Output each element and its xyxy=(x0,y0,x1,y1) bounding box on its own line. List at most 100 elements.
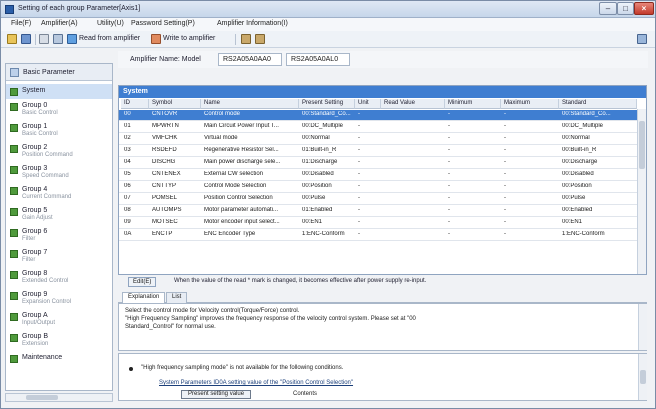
group-icon xyxy=(10,187,18,195)
sidebar-scrollbar[interactable] xyxy=(5,393,113,402)
sidebar-item[interactable]: Group 1 Basic Control xyxy=(6,120,112,141)
note-link[interactable]: System Parameters ID0A setting value of … xyxy=(159,380,353,386)
sidebar-item-sublabel: Filter xyxy=(22,236,36,242)
sidebar-item[interactable]: Group 4 Current Command xyxy=(6,183,112,204)
table-cell: Regenerative Resistor Sel... xyxy=(204,147,279,153)
table-cell: Position Control Selection xyxy=(204,195,273,201)
sidebar-item[interactable]: System xyxy=(6,84,112,99)
column-header[interactable]: Minimum xyxy=(445,99,501,109)
table-cell: 00:Pulse xyxy=(302,195,326,201)
open-folder-icon[interactable] xyxy=(7,34,17,44)
table-cell: CNTOVR xyxy=(152,111,178,117)
notes-scrollbar[interactable] xyxy=(638,354,647,400)
maximize-button[interactable]: □ xyxy=(617,2,634,15)
help-icon[interactable] xyxy=(637,34,647,44)
menu-file[interactable]: File(F) xyxy=(11,20,31,27)
sidebar-header[interactable]: Basic Parameter xyxy=(6,64,112,81)
table-cell: - xyxy=(504,219,506,225)
table-cell: 1:ENC-Conform xyxy=(562,231,605,237)
table-cell: MPWRTN xyxy=(152,123,179,129)
group-icon xyxy=(10,292,18,300)
write-arrow-icon[interactable] xyxy=(151,34,161,44)
notes-box: "High frequency sampling mode" is not av… xyxy=(118,353,647,401)
table-row[interactable]: 0A ENCTP ENC Encoder Type 1:ENC-Conform - - - 1… xyxy=(119,230,637,241)
present-setting-value-button[interactable]: Present setting value xyxy=(181,390,252,399)
save-icon[interactable] xyxy=(21,34,31,44)
table-row[interactable]: 09 MOTSEC Motor encoder input select... 00:… xyxy=(119,218,637,229)
minimize-button[interactable]: – xyxy=(599,2,617,15)
table-cell: - xyxy=(448,195,450,201)
menu-amplifier[interactable]: Amplifier(A) xyxy=(41,20,78,27)
tab-explanation[interactable]: Explanation xyxy=(122,292,166,303)
table-cell: DISCHG xyxy=(152,159,176,165)
table-cell: - xyxy=(448,183,450,189)
column-header[interactable]: Read Value xyxy=(381,99,445,109)
tab-list[interactable]: List xyxy=(166,292,188,303)
table-row[interactable]: 01 MPWRTN Main Circuit Power Input T... 00:… xyxy=(119,122,637,133)
table-cell: 01:Discharge xyxy=(302,159,338,165)
print-icon[interactable] xyxy=(39,34,49,44)
explanation-scrollbar[interactable] xyxy=(638,304,647,350)
group-icon xyxy=(10,355,18,363)
sidebar-item-sublabel: Extension xyxy=(22,341,49,347)
menu-password-setting[interactable]: Password Setting(P) xyxy=(131,20,195,27)
table-row[interactable]: 02 VMFCHK Virtual mode 00:Normal - - - 00:Norma… xyxy=(119,134,637,145)
menu-amplifier-information[interactable]: Amplifier Information(I) xyxy=(217,20,288,27)
sidebar-item[interactable]: Group 0 Basic Control xyxy=(6,99,112,120)
table-row[interactable]: 05 CNTENEX External CW selection 00:Disable… xyxy=(119,170,637,181)
table-cell: 04 xyxy=(124,159,131,165)
column-header[interactable]: Present Setting xyxy=(299,99,355,109)
sidebar-item[interactable]: Group 8 Extended Control xyxy=(6,267,112,288)
detail-tabs: Explanation List xyxy=(118,291,647,303)
sidebar-item[interactable]: Group 2 Position Command xyxy=(6,141,112,162)
table-cell: - xyxy=(358,183,360,189)
group-icon xyxy=(10,313,18,321)
table-cell: - xyxy=(504,111,506,117)
table-cell: CNTENEX xyxy=(152,171,181,177)
table-cell: RSDEFD xyxy=(152,147,177,153)
column-header[interactable]: Name xyxy=(201,99,299,109)
title-bar: Setting of each group Parameter[Axis1] –… xyxy=(1,1,655,18)
sidebar-item[interactable]: Group B Extension xyxy=(6,330,112,351)
table-row[interactable]: 08 AUTOMPS Motor parameter automati... 01:E… xyxy=(119,206,637,217)
sidebar-item[interactable]: Group 5 Gain Adjust xyxy=(6,204,112,225)
table-cell: - xyxy=(358,159,360,165)
undo-icon[interactable] xyxy=(241,34,251,44)
column-header[interactable]: Symbol xyxy=(149,99,201,109)
sidebar-item[interactable]: Group 3 Speed Command xyxy=(6,162,112,183)
sidebar-item[interactable]: Group 7 Filter xyxy=(6,246,112,267)
table-row[interactable]: 03 RSDEFD Regenerative Resistor Sel... 01:B… xyxy=(119,146,637,157)
column-header[interactable]: Maximum xyxy=(501,99,559,109)
write-to-amplifier-button[interactable]: Write to amplifier xyxy=(163,35,215,42)
table-row[interactable]: 07 POMSEL Position Control Selection 00:Pul… xyxy=(119,194,637,205)
table-cell: - xyxy=(448,171,450,177)
column-header[interactable]: Standard xyxy=(559,99,637,109)
table-row[interactable]: 00 CNTOVR Control mode 00:Standard_Co... - - -… xyxy=(119,110,637,121)
table-cell: Main Circuit Power Input T... xyxy=(204,123,279,129)
table-scrollbar[interactable] xyxy=(637,109,646,274)
sidebar-item[interactable]: Group A Input/Output xyxy=(6,309,112,330)
sidebar-item-label: Group 8 xyxy=(22,270,48,277)
sidebar-item[interactable]: Group 6 Filter xyxy=(6,225,112,246)
copy-icon[interactable] xyxy=(53,34,63,44)
sidebar-item[interactable]: Group 9 Expansion Control xyxy=(6,288,112,309)
redo-icon[interactable] xyxy=(255,34,265,44)
menu-utility[interactable]: Utility(U) xyxy=(97,20,124,27)
column-header[interactable]: ID xyxy=(121,99,149,109)
edit-button[interactable]: Edit(E) xyxy=(128,277,157,287)
sidebar-item-sublabel: Position Command xyxy=(22,152,73,158)
column-header[interactable]: Unit xyxy=(355,99,381,109)
table-row[interactable]: 04 DISCHG Main power discharge sele... 01:D… xyxy=(119,158,637,169)
sidebar-item[interactable]: Maintenance xyxy=(6,351,112,366)
read-from-amplifier-button[interactable]: Read from amplifier xyxy=(79,35,140,42)
close-button[interactable]: × xyxy=(634,2,654,15)
explanation-box: Select the control mode for Velocity con… xyxy=(118,303,647,351)
read-arrow-icon[interactable] xyxy=(67,34,77,44)
table-row[interactable]: 06 CNTTYP Control Mode Selection 00:Positio… xyxy=(119,182,637,193)
table-cell: 03 xyxy=(124,147,131,153)
group-sidebar: Basic Parameter System Group 0 Basic Contr… xyxy=(5,63,113,391)
status-strip: Edit(E) When the value of the read * mar… xyxy=(118,277,647,287)
table-cell: 01:Built-in_R xyxy=(302,147,337,153)
sidebar-item-sublabel: Expansion Control xyxy=(22,299,72,305)
amplifier-model-2: RS2A05A0AL0 xyxy=(286,53,350,66)
